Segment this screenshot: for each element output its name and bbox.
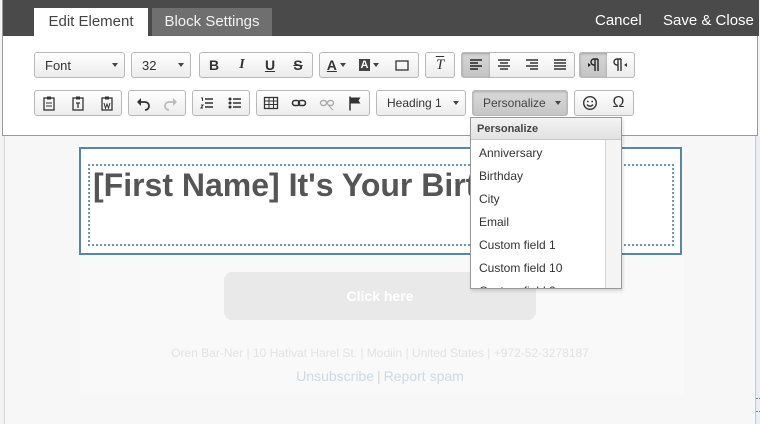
font-select-label: Font (45, 57, 72, 73)
ltr-icon (587, 58, 599, 71)
paste-text-icon (72, 96, 84, 111)
bg-color-button[interactable]: A (353, 53, 386, 77)
unlink-icon (319, 99, 335, 111)
editor-topbar: Edit Element Block Settings Cancel Save … (3, 0, 759, 36)
text-style-group: B I U S (199, 52, 313, 78)
smiley-icon (582, 95, 597, 111)
underline-button[interactable]: U (256, 53, 284, 77)
tab-edit-element[interactable]: Edit Element (34, 8, 148, 36)
redo-icon (164, 98, 177, 111)
font-select[interactable]: Font (34, 52, 125, 78)
align-right-button[interactable] (518, 53, 546, 77)
chevron-down-icon (339, 63, 346, 67)
link-button[interactable] (285, 91, 313, 115)
save-close-button[interactable]: Save & Close (663, 9, 754, 33)
list-group (192, 90, 250, 116)
text-color-icon: A (326, 57, 337, 73)
text-direction-group (579, 52, 635, 78)
paste-icon (43, 96, 55, 111)
personalize-menu-header: Personalize (471, 118, 621, 140)
resize-edge[interactable] (755, 136, 760, 424)
bullet-list-icon (228, 97, 241, 109)
unsubscribe-link[interactable]: Unsubscribe (296, 368, 374, 384)
italic-button[interactable]: I (228, 53, 256, 77)
history-group (128, 90, 186, 116)
rtl-button[interactable] (607, 53, 634, 77)
footer-address: Oren Bar-Ner | 10 Hativat Harel St. | Mo… (171, 346, 589, 360)
chevron-down-icon (373, 63, 380, 67)
font-size-label: 32 (142, 57, 157, 73)
personalize-select[interactable]: Personalize (472, 90, 568, 116)
align-center-button[interactable] (490, 53, 518, 77)
paste-text-button[interactable] (64, 91, 93, 115)
numbered-list-icon (200, 97, 213, 109)
cancel-button[interactable]: Cancel (595, 9, 642, 33)
link-icon (291, 99, 307, 107)
bg-color-icon: A (358, 59, 371, 71)
insert-group (256, 90, 370, 116)
text-color-button[interactable]: A (320, 53, 353, 77)
border-icon (395, 60, 409, 71)
chevron-down-icon (555, 101, 561, 105)
heading-text[interactable]: [First Name] It's Your Birt (93, 167, 476, 204)
element-editor-panel: Edit Element Block Settings Cancel Save … (2, 0, 759, 136)
extras-group: Ω (574, 90, 634, 116)
personalize-menu-list: Anniversary Birthday City Email Custom f… (471, 142, 603, 288)
report-spam-link[interactable]: Report spam (384, 368, 464, 384)
menu-item-custom-field-1[interactable]: Custom field 1 (471, 234, 603, 257)
menu-item-birthday[interactable]: Birthday (471, 165, 603, 188)
paste-button[interactable] (35, 91, 64, 115)
align-right-icon (526, 59, 538, 70)
align-center-icon (498, 59, 510, 70)
color-group: A A (319, 52, 419, 78)
resize-grip[interactable] (756, 398, 760, 412)
tab-block-settings[interactable]: Block Settings (152, 8, 272, 36)
personalize-select-label: Personalize (483, 96, 546, 110)
paste-word-icon (101, 96, 113, 111)
chevron-down-icon (112, 63, 118, 67)
border-button[interactable] (385, 53, 418, 77)
align-justify-button[interactable] (546, 53, 574, 77)
table-button[interactable] (257, 91, 285, 115)
numbered-list-button[interactable] (193, 91, 221, 115)
remove-format-icon: T (435, 56, 445, 73)
clipboard-group (34, 90, 122, 116)
align-justify-icon (554, 59, 566, 70)
menu-item-anniversary[interactable]: Anniversary (471, 142, 603, 165)
paste-word-button[interactable] (92, 91, 121, 115)
ltr-button[interactable] (580, 53, 607, 77)
menu-scrollbar[interactable] (605, 140, 621, 288)
bold-button[interactable]: B (200, 53, 228, 77)
strikethrough-button[interactable]: S (284, 53, 312, 77)
undo-button[interactable] (129, 91, 157, 115)
menu-item-custom-field-10[interactable]: Custom field 10 (471, 257, 603, 280)
flag-icon (349, 96, 361, 111)
footer-links: Unsubscribe | Report spam (80, 368, 680, 384)
align-group (461, 52, 575, 78)
chevron-down-icon (453, 101, 459, 105)
emoji-button[interactable] (575, 91, 604, 115)
rtl-icon (612, 58, 627, 71)
menu-item-city[interactable]: City (471, 188, 603, 211)
undo-icon (137, 98, 150, 111)
font-size-select[interactable]: 32 (131, 52, 191, 78)
unlink-button[interactable] (313, 91, 341, 115)
anchor-button[interactable] (341, 91, 369, 115)
menu-item-email[interactable]: Email (471, 211, 603, 234)
menu-item-custom-field-2[interactable]: Custom field 2 (471, 280, 603, 288)
remove-format-button[interactable]: T (425, 52, 455, 78)
align-left-icon (470, 59, 482, 70)
format-select-label: Heading 1 (387, 96, 442, 110)
personalize-menu: Personalize Anniversary Birthday City Em… (470, 117, 622, 289)
bullet-list-button[interactable] (221, 91, 249, 115)
format-select[interactable]: Heading 1 (376, 90, 466, 116)
link-separator: | (377, 368, 381, 384)
chevron-down-icon (178, 63, 184, 67)
redo-button[interactable] (157, 91, 185, 115)
special-char-button[interactable]: Ω (604, 91, 633, 115)
table-icon (263, 96, 279, 110)
align-left-button[interactable] (462, 53, 490, 77)
